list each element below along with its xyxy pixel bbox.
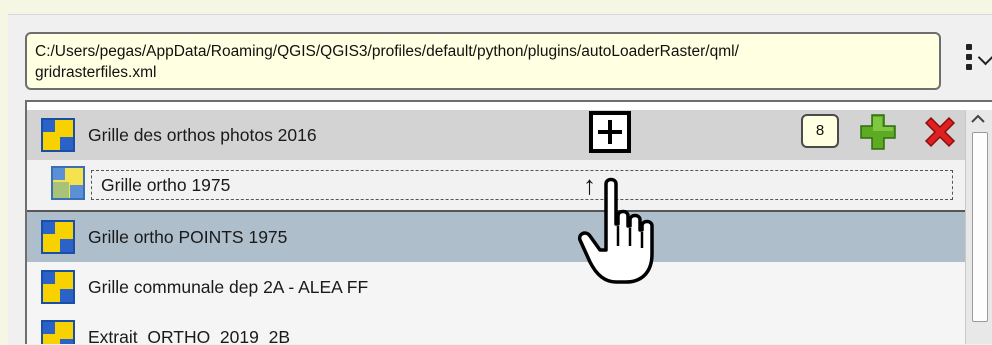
list-item[interactable]: Grille communale dep 2A - ALEA FF bbox=[27, 262, 967, 312]
config-path-field[interactable]: C:/Users/pegas/AppData/Roaming/QGIS/QGIS… bbox=[25, 32, 941, 90]
config-path-line1: C:/Users/pegas/AppData/Roaming/QGIS/QGIS… bbox=[35, 43, 739, 60]
boxed-plus-icon bbox=[589, 111, 631, 153]
list-item[interactable]: Extrait_ORTHO_2019_2B bbox=[27, 312, 967, 344]
list-scrollbar[interactable] bbox=[965, 110, 992, 344]
item-count-badge: 8 bbox=[801, 114, 839, 148]
config-path-line2: gridrasterfiles.xml bbox=[35, 64, 157, 81]
scroll-thumb[interactable] bbox=[972, 132, 988, 322]
red-cross-icon[interactable] bbox=[920, 112, 960, 152]
list-item-selected[interactable]: Grille ortho POINTS 1975 bbox=[27, 212, 967, 262]
raster-grid-icon bbox=[51, 166, 85, 200]
list-item-dragging[interactable]: Grille ortho 1975 bbox=[27, 160, 967, 212]
raster-grid-icon bbox=[41, 270, 75, 304]
list-item-label: Grille ortho 1975 bbox=[101, 175, 231, 195]
green-plus-icon[interactable] bbox=[858, 112, 898, 152]
list-item-label: Extrait_ORTHO_2019_2B bbox=[88, 327, 291, 344]
raster-grid-list[interactable]: Grille des orthos photos 2016 Grille ort… bbox=[25, 100, 992, 344]
list-item-label: Grille des orthos photos 2016 bbox=[88, 125, 317, 145]
raster-grid-icon bbox=[41, 118, 75, 152]
list-item-label: Grille ortho POINTS 1975 bbox=[88, 227, 288, 247]
scroll-up-arrow-icon[interactable] bbox=[968, 114, 988, 124]
list-item-label: Grille communale dep 2A - ALEA FF bbox=[88, 277, 369, 297]
raster-grid-icon bbox=[41, 220, 75, 254]
raster-grid-icon bbox=[41, 320, 75, 344]
vertical-dots-menu-icon[interactable] bbox=[958, 38, 992, 78]
hand-pointer-icon bbox=[577, 177, 654, 284]
